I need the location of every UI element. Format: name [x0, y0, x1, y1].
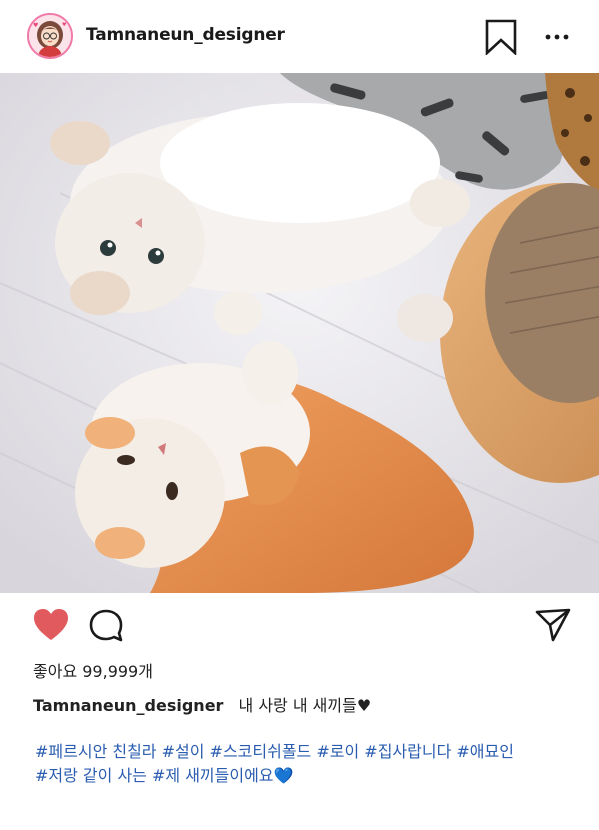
avatar[interactable]: ♥ ♥: [27, 13, 73, 59]
hashtags-line-2[interactable]: #저랑 같이 사는 #제 새끼들이에요💙: [35, 764, 575, 788]
send-icon[interactable]: [534, 606, 572, 644]
post-photo[interactable]: [0, 73, 599, 593]
bookmark-icon[interactable]: [484, 19, 518, 56]
comment-bubble-icon[interactable]: [88, 607, 126, 645]
caption-username[interactable]: Tamnaneun_designer: [33, 696, 223, 715]
likes-count[interactable]: 좋아요 99,999개: [33, 658, 153, 682]
svg-text:♥: ♥: [33, 22, 38, 29]
heart-icon[interactable]: [32, 607, 70, 643]
avatar-illustration: ♥ ♥: [29, 15, 71, 57]
header-username[interactable]: Tamnaneun_designer: [86, 25, 285, 45]
cats-photo-illustration: [0, 73, 599, 593]
hashtags-line-1[interactable]: #페르시안 친칠라 #설이 #스코티쉬폴드 #로이 #집사랍니다 #애묘인: [35, 740, 575, 764]
svg-text:♥: ♥: [62, 22, 67, 28]
more-dots-icon[interactable]: [544, 26, 572, 46]
caption-text: 내 사랑 내 새끼들♥: [238, 696, 372, 715]
instagram-post: ♥ ♥ Tamnaneun_designer 좋아요 99,999개 Tamna…: [0, 0, 599, 830]
hashtags: #페르시안 친칠라 #설이 #스코티쉬폴드 #로이 #집사랍니다 #애묘인 #저…: [35, 740, 575, 788]
post-header: ♥ ♥ Tamnaneun_designer: [0, 0, 599, 73]
caption: Tamnaneun_designer 내 사랑 내 새끼들♥: [33, 692, 371, 716]
